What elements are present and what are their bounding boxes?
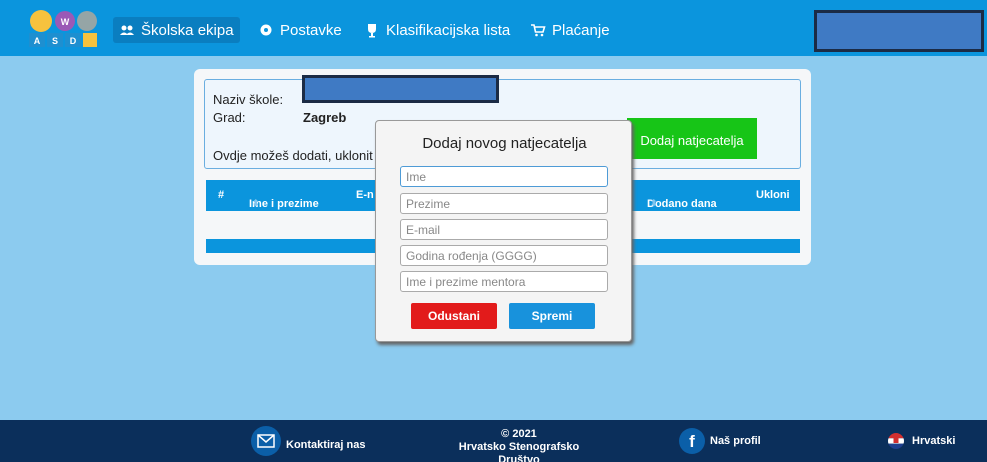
add-competitor-button[interactable]: Dodaj natjecatelja bbox=[627, 118, 757, 159]
nav-label-payment: Plaćanje bbox=[552, 21, 610, 39]
svg-text:W: W bbox=[61, 17, 70, 27]
col-remove: Ukloni bbox=[756, 189, 790, 201]
school-name-redacted bbox=[302, 75, 499, 103]
city-label: Grad: bbox=[213, 110, 246, 125]
language-switcher[interactable]: Hrvatski bbox=[884, 433, 955, 449]
language-label: Hrvatski bbox=[912, 435, 956, 447]
croatia-flag-icon bbox=[888, 433, 904, 449]
copyright: © 2021 Hrvatsko Stenografsko Društvo bbox=[437, 428, 601, 462]
copyright-year: © 2021 bbox=[501, 428, 537, 440]
facebook-icon: f bbox=[679, 428, 705, 454]
nav-label-settings: Postavke bbox=[280, 21, 342, 39]
birth-year-input[interactable] bbox=[400, 245, 608, 266]
mentor-name-input[interactable] bbox=[400, 271, 608, 292]
profile-link[interactable]: f Naš profil bbox=[678, 427, 761, 455]
user-menu-redacted[interactable] bbox=[814, 10, 984, 52]
nav-label-ranking: Klasifikacijska lista bbox=[386, 21, 511, 39]
svg-text:D: D bbox=[70, 36, 77, 46]
contact-link[interactable]: Kontaktiraj nas bbox=[250, 426, 366, 457]
city-value: Zagreb bbox=[303, 110, 347, 125]
nav-item-school-team[interactable]: Školska ekipa bbox=[113, 17, 240, 43]
save-button[interactable]: Spremi bbox=[509, 303, 595, 329]
last-name-input[interactable] bbox=[400, 193, 608, 214]
col-email[interactable]: E-n bbox=[356, 189, 374, 201]
organization-name: Hrvatsko Stenografsko Društvo bbox=[458, 441, 580, 462]
svg-text:S: S bbox=[52, 36, 58, 46]
users-icon bbox=[120, 25, 134, 35]
svg-text:A: A bbox=[34, 36, 41, 46]
profile-label: Naš profil bbox=[710, 435, 761, 447]
email-input[interactable] bbox=[400, 219, 608, 240]
sort-icon: ⬍ bbox=[650, 198, 658, 208]
hint-text: Ovdje možeš dodati, uklonit bbox=[213, 148, 373, 163]
cancel-button[interactable]: Odustani bbox=[411, 303, 497, 329]
nav-label-team: Školska ekipa bbox=[141, 21, 234, 39]
school-name-label: Naziv škole: bbox=[213, 92, 284, 107]
cart-icon bbox=[531, 24, 546, 37]
gear-icon bbox=[260, 24, 272, 36]
contact-label: Kontaktiraj nas bbox=[286, 439, 366, 451]
nav-item-payment[interactable]: Plaćanje bbox=[530, 17, 610, 43]
svg-text:f: f bbox=[689, 432, 695, 451]
col-number: # bbox=[218, 189, 225, 201]
nav-item-ranking[interactable]: Klasifikacijska lista bbox=[364, 17, 510, 43]
top-navbar: W A S D Školska ekipa Postavke Klasifika… bbox=[0, 0, 987, 56]
modal-title: Dodaj novog natjecatelja bbox=[422, 135, 587, 152]
envelope-icon bbox=[251, 426, 281, 456]
wasd-logo[interactable]: W A S D bbox=[27, 9, 99, 49]
nav-item-settings[interactable]: Postavke bbox=[258, 17, 342, 43]
add-competitor-modal: Dodaj novog natjecatelja Odustani Spremi bbox=[375, 120, 632, 342]
sort-icon: ⬍ bbox=[252, 198, 260, 208]
first-name-input[interactable] bbox=[400, 166, 608, 187]
page-footer: Kontaktiraj nas © 2021 Hrvatsko Stenogra… bbox=[0, 420, 987, 462]
trophy-icon bbox=[368, 24, 376, 38]
